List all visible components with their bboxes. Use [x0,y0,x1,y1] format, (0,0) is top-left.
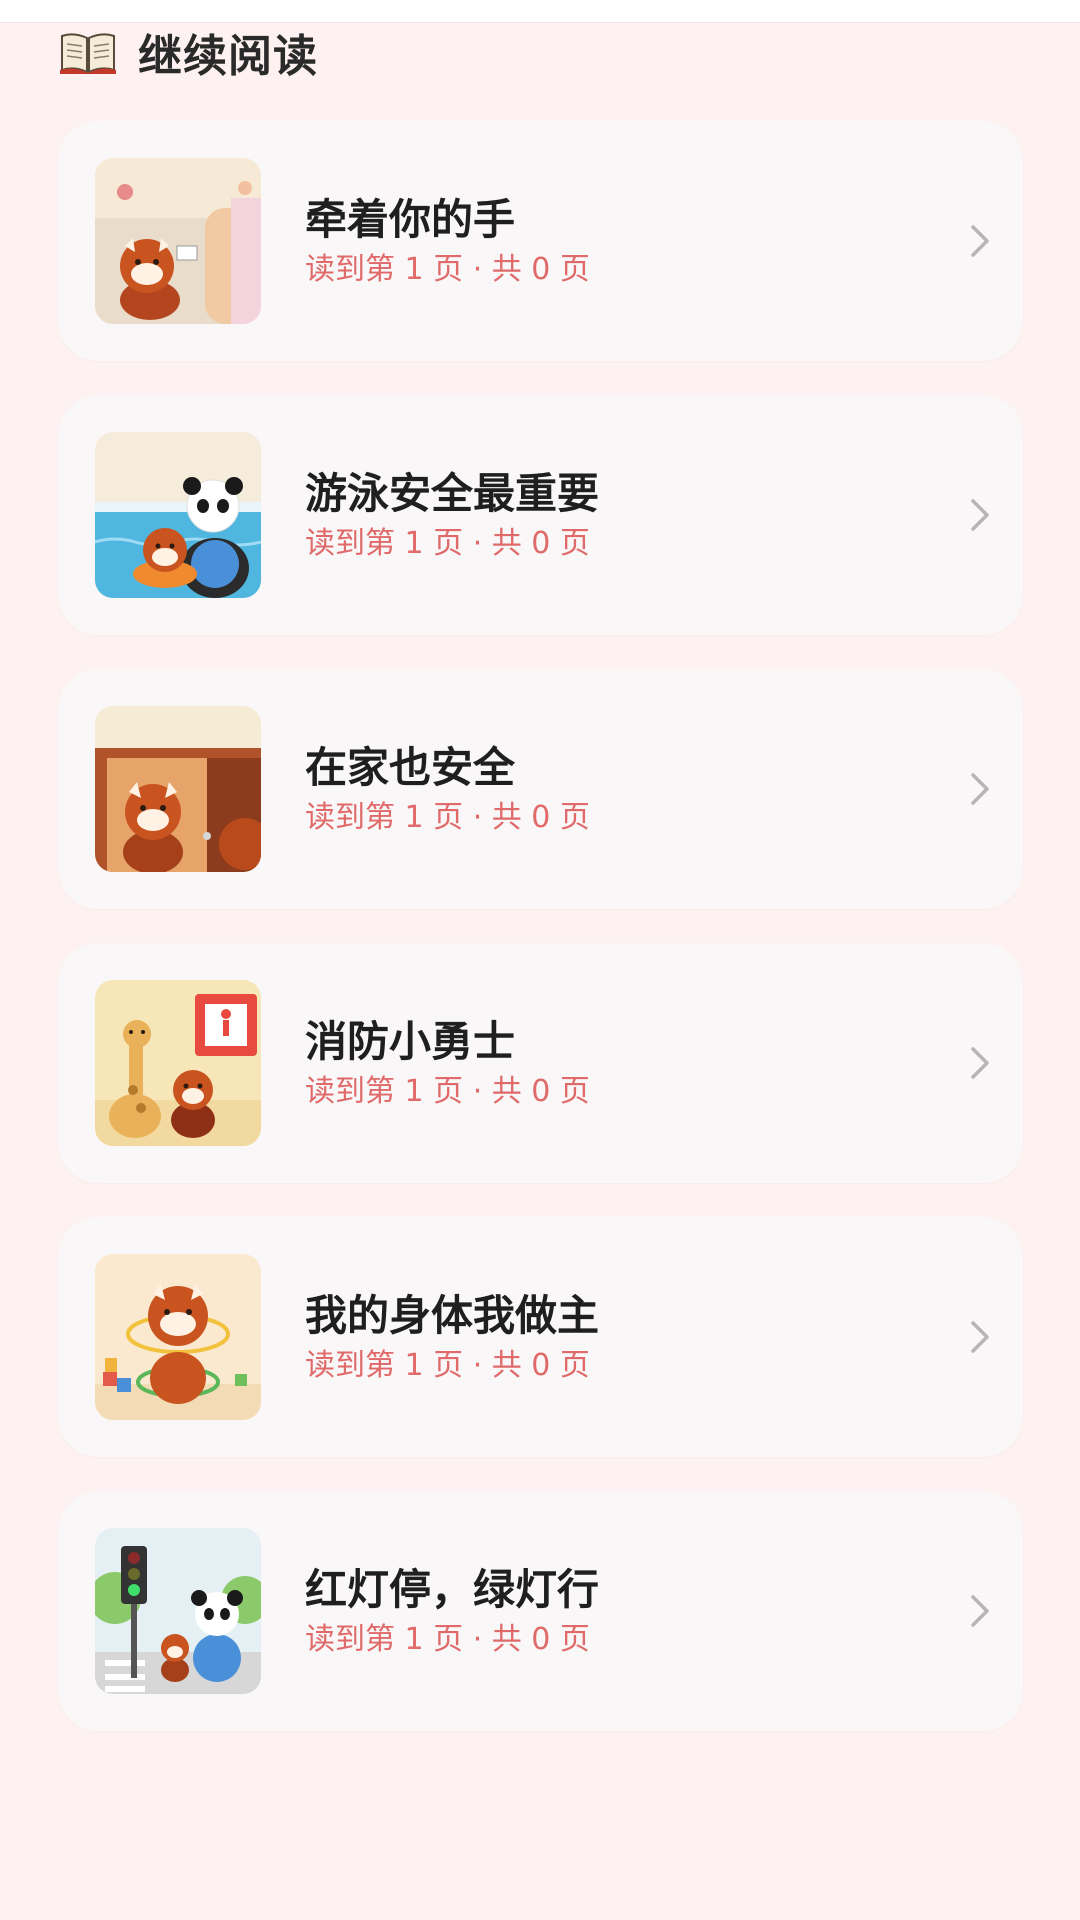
book-card[interactable]: 我的身体我做主 读到第 1 页 · 共 0 页 [58,1217,1023,1457]
chevron-right-icon [971,1321,989,1353]
book-title: 红灯停，绿灯行 [305,1565,600,1614]
reading-progress: 读到第 1 页 · 共 0 页 [305,1074,590,1109]
reading-progress: 读到第 1 页 · 共 0 页 [305,1622,590,1657]
book-info: 游泳安全最重要 读到第 1 页 · 共 0 页 [305,466,599,564]
book-cover-image [95,1528,261,1694]
book-title: 游泳安全最重要 [305,469,600,518]
book-card[interactable]: 在家也安全 读到第 1 页 · 共 0 页 [58,669,1023,909]
chevron-right-icon [971,1047,989,1079]
book-card[interactable]: 游泳安全最重要 读到第 1 页 · 共 0 页 [58,395,1023,635]
book-cover-image [95,706,261,872]
chevron-right-icon [971,773,989,805]
book-cover-image [95,432,261,598]
book-cover-image [95,1254,261,1420]
book-info: 我的身体我做主 读到第 1 页 · 共 0 页 [305,1288,599,1386]
book-card[interactable]: 消防小勇士 读到第 1 页 · 共 0 页 [58,943,1023,1183]
book-title: 我的身体我做主 [305,1291,600,1340]
book-card[interactable]: 红灯停，绿灯行 读到第 1 页 · 共 0 页 [58,1491,1023,1731]
book-cover-image [95,158,261,324]
reading-progress: 读到第 1 页 · 共 0 页 [305,526,590,561]
book-title: 牵着你的手 [305,195,516,244]
book-info: 消防小勇士 读到第 1 页 · 共 0 页 [305,1014,590,1112]
book-card[interactable]: 牵着你的手 读到第 1 页 · 共 0 页 [58,121,1023,361]
reading-progress: 读到第 1 页 · 共 0 页 [305,252,590,287]
reading-progress: 读到第 1 页 · 共 0 页 [305,800,590,835]
continue-reading-list: 牵着你的手 读到第 1 页 · 共 0 页 游泳安全最重要 读到第 1 页 · … [58,121,1023,1765]
book-title: 消防小勇士 [305,1017,516,1066]
section-title: 继续阅读 [138,31,318,82]
chevron-right-icon [971,1595,989,1627]
book-cover-image [95,980,261,1146]
open-book-icon [60,33,116,74]
book-title: 在家也安全 [305,743,516,792]
chevron-right-icon [971,225,989,257]
book-info: 在家也安全 读到第 1 页 · 共 0 页 [305,740,590,838]
chevron-right-icon [971,499,989,531]
section-header: 继续阅读 [60,22,318,82]
reading-progress: 读到第 1 页 · 共 0 页 [305,1348,590,1383]
book-info: 红灯停，绿灯行 读到第 1 页 · 共 0 页 [305,1562,599,1660]
book-info: 牵着你的手 读到第 1 页 · 共 0 页 [305,192,590,290]
